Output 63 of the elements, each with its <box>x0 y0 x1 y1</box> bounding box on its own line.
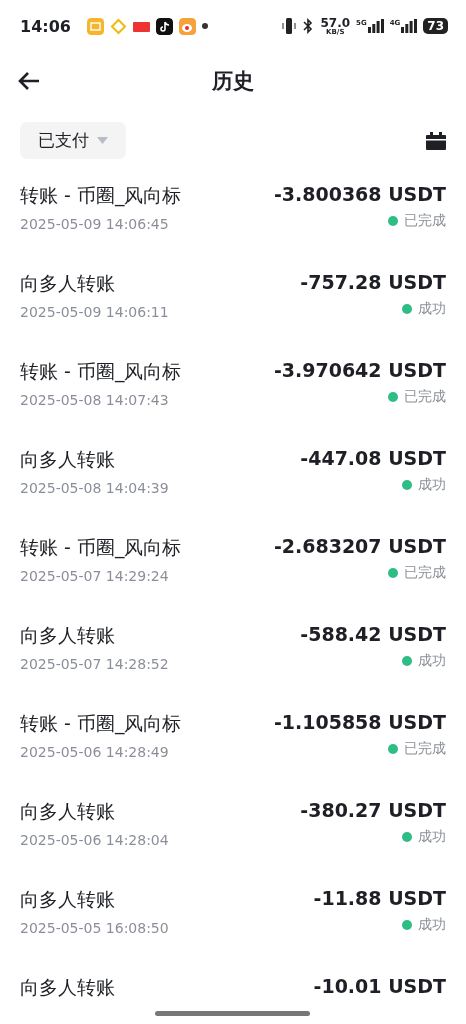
transaction-date: 2025-05-07 14:28:52 <box>20 656 169 672</box>
transaction-amount: -3.800368 USDT <box>273 183 446 205</box>
transaction-status: 成功 <box>418 828 446 846</box>
transaction-date: 2025-05-09 14:06:45 <box>20 216 170 232</box>
transaction-amount: -380.27 USDT <box>300 799 446 821</box>
network-speed: 57.0 <box>320 16 351 29</box>
transaction-title: 转账 - 币圈_风向标 <box>20 359 182 385</box>
page-title: 历史 <box>212 68 254 95</box>
back-arrow-icon[interactable] <box>18 71 40 91</box>
status-dot-icon <box>402 480 412 490</box>
transaction-amount: -588.42 USDT <box>300 623 446 645</box>
diamond-icon <box>109 17 127 35</box>
transaction-title: 转账 - 币圈_风向标 <box>20 183 182 209</box>
vibrate-icon <box>282 17 297 35</box>
status-dot-icon <box>402 920 412 930</box>
transaction-title: 转账 - 币圈_风向标 <box>20 711 182 737</box>
caret-icon <box>97 137 108 144</box>
eye-icon <box>178 17 196 35</box>
transaction-amount: -757.28 USDT <box>300 271 446 293</box>
transaction-date: 2025-05-06 14:28:49 <box>20 744 170 760</box>
dot-icon <box>201 23 208 29</box>
signal-icon <box>367 19 384 33</box>
transaction-amount: -10.01 USDT <box>313 975 446 997</box>
battery-level: 73 <box>423 18 448 34</box>
transaction-title: 向多人转账 <box>20 887 116 912</box>
status-time: 14:06 <box>20 16 71 36</box>
transaction-status: 已完成 <box>404 740 446 758</box>
transaction-date: 2025-05-09 14:06:11 <box>20 304 169 320</box>
signal-icon <box>401 19 418 33</box>
transaction-date: 2025-05-08 14:07:43 <box>20 392 170 408</box>
transaction-title: 向多人转账 <box>20 799 116 824</box>
transaction-status: 已完成 <box>404 212 446 230</box>
transaction-amount: -11.88 USDT <box>313 887 446 909</box>
transaction-title: 转账 - 币圈_风向标 <box>20 535 182 561</box>
status-dot-icon <box>402 304 412 314</box>
transaction-status: 成功 <box>418 652 446 670</box>
transaction-date: 2025-05-05 16:08:50 <box>20 920 169 936</box>
calendar-icon[interactable] <box>426 131 446 150</box>
status-dot-icon <box>388 568 398 578</box>
transaction-status: 已完成 <box>404 388 446 406</box>
transaction-title: 向多人转账 <box>20 975 115 1000</box>
status-dot-icon <box>388 744 398 754</box>
transaction-date: 2025-05-06 14:28:04 <box>20 832 169 848</box>
music-note-icon <box>155 17 173 35</box>
transaction-date: 2025-05-08 14:04:39 <box>20 480 169 496</box>
transaction-date: 2025-05-07 14:29:24 <box>20 568 170 584</box>
status-dot-icon <box>388 216 398 226</box>
transaction-status: 成功 <box>418 476 446 494</box>
transaction-title: 向多人转账 <box>20 447 116 472</box>
transaction-amount: -2.683207 USDT <box>273 535 446 557</box>
status-dot-icon <box>402 832 412 842</box>
transaction-status: 已完成 <box>404 564 446 582</box>
transaction-amount: -1.105858 USDT <box>273 711 446 733</box>
transaction-title: 向多人转账 <box>20 271 116 296</box>
transaction-amount: -3.970642 USDT <box>273 359 446 381</box>
status-dot-icon <box>388 392 398 402</box>
bluetooth-icon <box>302 18 315 34</box>
transaction-status: 成功 <box>418 300 446 318</box>
status-dot-icon <box>402 656 412 666</box>
transaction-title: 向多人转账 <box>20 623 116 648</box>
transaction-amount: -447.08 USDT <box>300 447 446 469</box>
filter-dropdown[interactable]: 已支付 <box>20 122 126 159</box>
transaction-status: 成功 <box>418 916 446 934</box>
